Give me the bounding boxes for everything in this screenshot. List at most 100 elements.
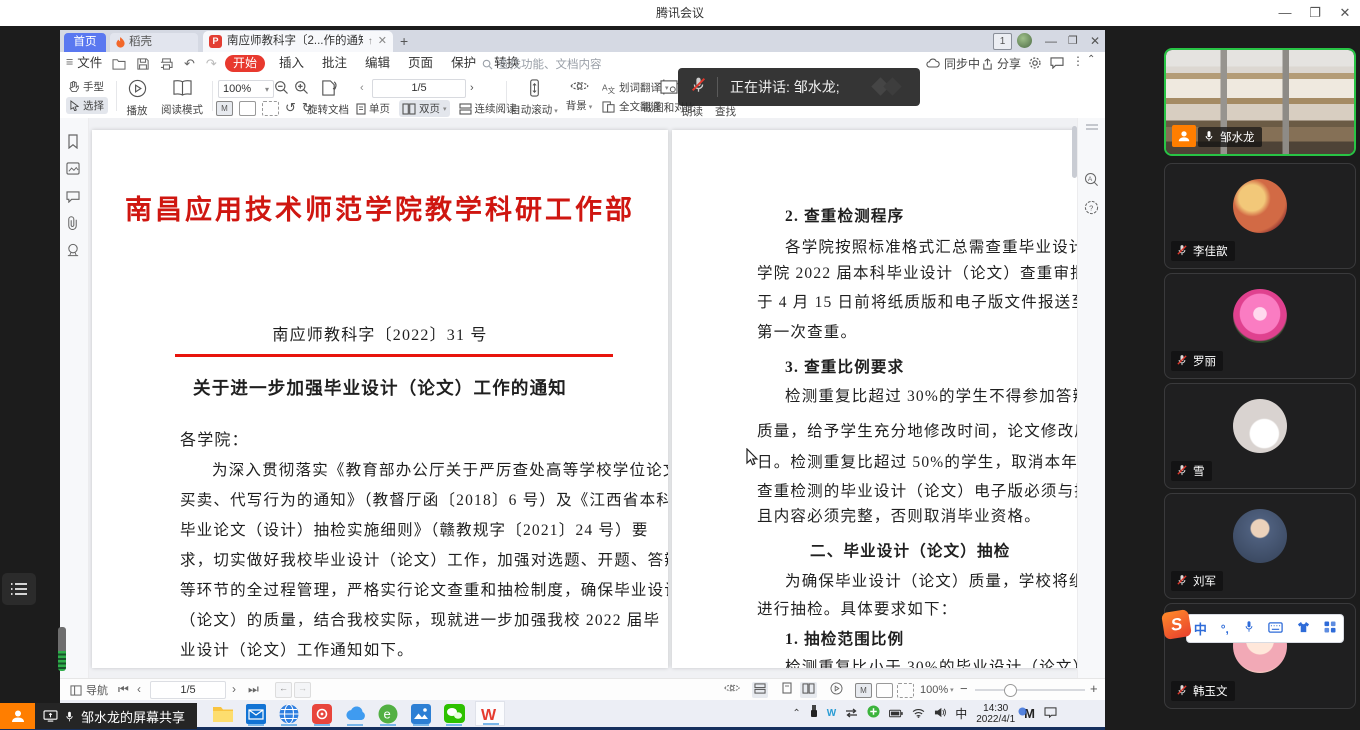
single-page-button[interactable]: 单页 xyxy=(356,101,390,116)
background-button[interactable]: 背景 ▾ xyxy=(562,79,596,113)
pdf-restore-button[interactable]: ❐ xyxy=(1068,30,1078,52)
participant-tile[interactable]: 李佳歆 xyxy=(1164,163,1356,269)
page-number-input[interactable]: 1/5 xyxy=(372,79,466,98)
volume-icon[interactable] xyxy=(934,705,946,723)
network-transfer-icon[interactable] xyxy=(845,705,858,723)
ime-mode-chinese[interactable]: 中 xyxy=(1194,619,1207,638)
menu-start[interactable]: 开始 xyxy=(225,55,265,72)
usb-icon[interactable] xyxy=(810,705,818,723)
mail-taskbar-icon[interactable] xyxy=(241,701,271,726)
meeting-sidebar-toggle-button[interactable] xyxy=(2,573,36,605)
play-button[interactable]: 播放 xyxy=(120,79,154,118)
rotate-document-button[interactable]: 旋转文档 xyxy=(300,79,356,117)
wifi-icon[interactable] xyxy=(912,705,925,723)
zoom-out-icon[interactable] xyxy=(274,80,289,100)
bookmark-icon[interactable] xyxy=(66,134,82,150)
status-play-icon[interactable] xyxy=(830,682,843,698)
find-button[interactable]: 查找 xyxy=(715,104,736,119)
zoom-level-dropdown[interactable]: 100%▾ xyxy=(218,80,274,98)
print-icon[interactable] xyxy=(160,58,173,70)
double-page-button[interactable]: 双页▾ xyxy=(399,100,450,117)
wechat-taskbar-icon[interactable] xyxy=(439,701,469,726)
upload-icon[interactable]: ↑ xyxy=(368,32,373,51)
share-button[interactable]: 分享 xyxy=(982,52,1021,75)
tab-docer[interactable]: 稻壳 xyxy=(110,33,198,52)
save-icon[interactable] xyxy=(137,58,149,70)
file-explorer-taskbar-icon[interactable] xyxy=(208,701,238,726)
prev-page-icon[interactable]: ‹ xyxy=(360,82,364,94)
zoom-minus-icon[interactable]: − xyxy=(960,681,968,696)
menu-item[interactable]: 保护 xyxy=(442,52,485,75)
meeting-maximize-button[interactable]: ❐ xyxy=(1300,0,1330,26)
browser-taskbar-icon[interactable] xyxy=(274,701,304,726)
file-menu[interactable]: ≡文件 xyxy=(66,52,102,71)
settings-gear-icon[interactable] xyxy=(1028,56,1042,73)
tab-close-icon[interactable]: ✕ xyxy=(378,32,387,51)
next-page-status-icon[interactable]: › xyxy=(232,682,236,696)
attachment-icon[interactable] xyxy=(66,216,82,232)
menu-item[interactable]: 页面 xyxy=(399,52,442,75)
ime-keyboard-icon[interactable] xyxy=(1268,620,1283,638)
meeting-minimize-button[interactable]: — xyxy=(1270,0,1300,26)
tab-home[interactable]: 首页 xyxy=(64,33,106,52)
sync-status[interactable]: 同步中 xyxy=(926,52,980,75)
fit-width-icon[interactable] xyxy=(239,101,256,116)
search-box[interactable]: 查找功能、文档内容 xyxy=(482,56,602,72)
tab-document[interactable]: P 南应师教科字〔2...作的通知.pdf ↑ ✕ xyxy=(203,31,393,52)
status-fit-page-icon[interactable]: M xyxy=(855,683,872,698)
vertical-scrollbar[interactable] xyxy=(1072,126,1077,178)
status-fit-width-icon[interactable] xyxy=(876,683,893,698)
ime-toolbox-icon[interactable] xyxy=(1324,620,1336,638)
sogou-ime-logo[interactable]: S xyxy=(1161,609,1192,640)
auto-scroll-button[interactable]: 自动滚动 ▾ xyxy=(510,79,558,117)
read-aloud-button[interactable]: 朗读 xyxy=(682,104,703,119)
last-page-icon[interactable]: ⏭ xyxy=(248,682,259,697)
ime-mic-icon[interactable] xyxy=(1243,620,1255,638)
participant-tile[interactable]: 雪 xyxy=(1164,383,1356,489)
pdf-minimize-button[interactable]: — xyxy=(1045,30,1057,52)
zoom-slider-thumb[interactable] xyxy=(1004,684,1017,697)
stamp-icon[interactable] xyxy=(66,243,82,259)
tray-m-app-icon[interactable]: M xyxy=(1024,706,1035,721)
sogou-ime-bar[interactable]: 中 °, xyxy=(1186,614,1344,643)
wps-cloud-tray-icon[interactable]: W xyxy=(827,708,836,719)
thumbnail-icon[interactable] xyxy=(66,162,82,178)
status-crop-icon[interactable] xyxy=(897,683,914,698)
cloud-taskbar-icon[interactable] xyxy=(340,701,370,726)
undo-icon[interactable]: ↶ xyxy=(184,56,195,72)
hand-tool-button[interactable]: 手型 xyxy=(68,79,104,94)
ime-punctuation[interactable]: °, xyxy=(1221,622,1229,636)
rotate-left-icon[interactable]: ↺ xyxy=(285,100,296,116)
zoom-plus-icon[interactable]: + xyxy=(1090,681,1098,696)
menu-item[interactable]: 编辑 xyxy=(356,52,399,75)
history-forward-icon[interactable]: → xyxy=(294,682,311,698)
status-zoom-dropdown[interactable]: 100%▾ xyxy=(920,679,954,700)
redo-icon[interactable]: ↷ xyxy=(206,56,217,72)
open-folder-icon[interactable] xyxy=(112,58,126,70)
search-document-icon[interactable]: A xyxy=(1084,172,1100,188)
new-tab-button[interactable]: + xyxy=(400,33,408,49)
status-background-icon[interactable] xyxy=(724,682,740,697)
participant-tile[interactable]: 邹水龙 xyxy=(1164,48,1356,156)
fit-page-icon[interactable]: M xyxy=(216,101,233,116)
tray-ime-mode[interactable]: 中 xyxy=(955,705,967,722)
browser-360-taskbar-icon[interactable]: e xyxy=(373,701,403,726)
wps-taskbar-icon[interactable]: W xyxy=(475,701,505,726)
comments-panel-icon[interactable] xyxy=(66,190,82,206)
crop-page-icon[interactable] xyxy=(262,101,279,116)
status-single-page-icon[interactable] xyxy=(782,682,792,697)
participant-tile[interactable]: 罗丽 xyxy=(1164,273,1356,379)
continuous-read-button[interactable]: 连续阅读 xyxy=(459,101,517,116)
nav-toggle-button[interactable]: 导航 xyxy=(70,679,108,700)
ime-skin-icon[interactable] xyxy=(1297,620,1310,638)
share-member-badge[interactable] xyxy=(0,703,35,729)
meeting-close-button[interactable]: ✕ xyxy=(1330,0,1360,26)
help-icon[interactable]: ? xyxy=(1084,200,1100,216)
status-page-input[interactable]: 1/5 xyxy=(150,681,226,699)
tray-clock[interactable]: 14:30 2022/4/1 xyxy=(976,703,1015,725)
next-page-icon[interactable]: › xyxy=(470,82,474,94)
read-mode-button[interactable]: 阅读模式 xyxy=(156,79,208,117)
status-double-page-icon[interactable] xyxy=(800,682,817,698)
app-store-taskbar-icon[interactable] xyxy=(307,701,337,726)
comment-bubble-icon[interactable] xyxy=(1050,57,1064,72)
